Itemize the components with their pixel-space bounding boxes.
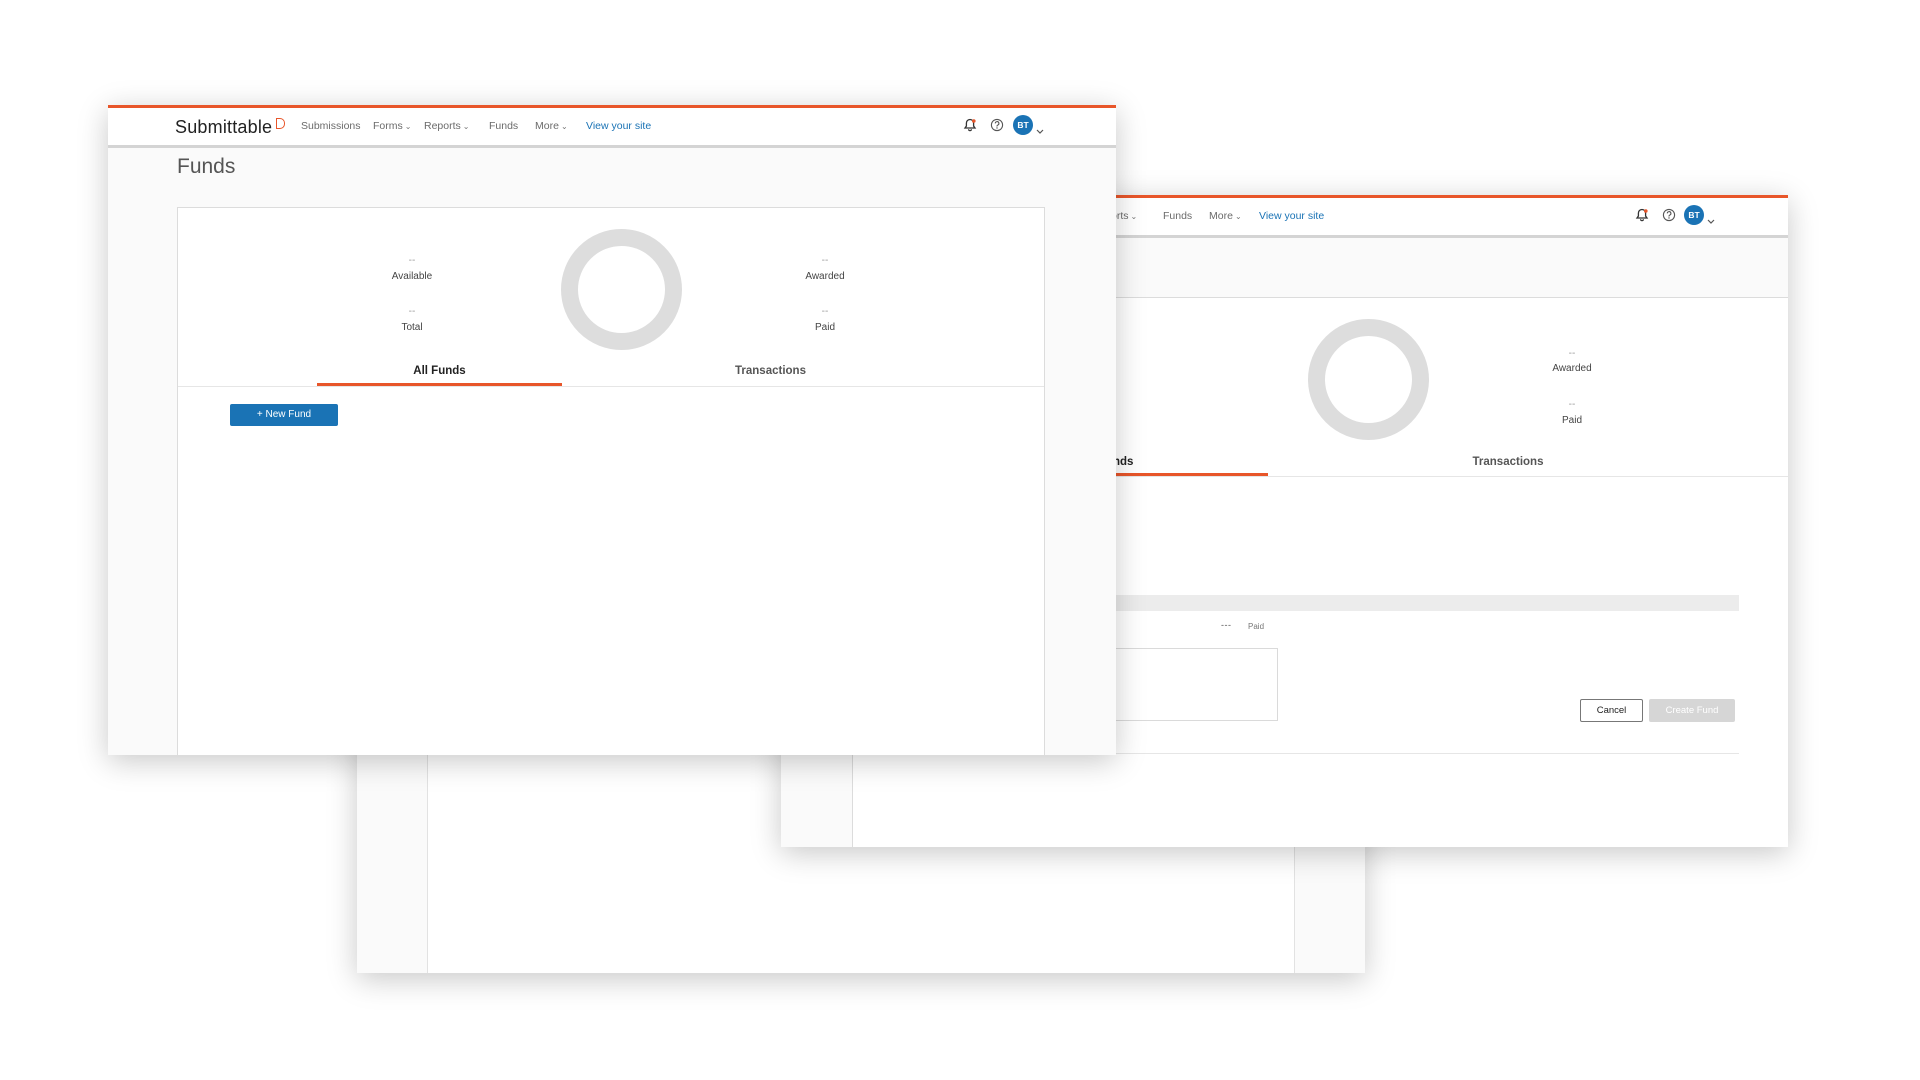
tab-transactions[interactable]: Transactions [648, 365, 893, 377]
chevron-down-icon: ⌄ [404, 122, 412, 131]
chevron-down-icon: ⌄ [462, 122, 470, 131]
paid-label: Paid [814, 322, 835, 333]
nav-funds[interactable]: Funds [489, 120, 518, 132]
nav-submissions[interactable]: Submissions [301, 120, 361, 132]
new-fund-button[interactable]: + New Fund [230, 404, 338, 426]
awarded-label: Awarded [1552, 363, 1592, 374]
create-fund-button[interactable]: Create Fund [1649, 699, 1735, 722]
funds-summary-card: -- Available -- Total -- Awarded -- Paid… [177, 207, 1045, 755]
view-your-site-link[interactable]: View your site [1259, 210, 1324, 222]
tab-all-funds[interactable]: All Funds [317, 365, 562, 377]
bell-icon[interactable] [963, 118, 977, 137]
chevron-down-icon[interactable] [1036, 122, 1044, 140]
awarded-value: -- [821, 255, 829, 266]
tabs-divider [178, 386, 1044, 387]
paid-label: Paid [1561, 415, 1582, 426]
chevron-down-icon: ⌄ [1130, 212, 1138, 221]
help-icon[interactable] [990, 118, 1004, 137]
cancel-button[interactable]: Cancel [1580, 699, 1643, 722]
tab-all-funds[interactable]: nds [1113, 456, 1343, 468]
nav-more-label: More [1209, 210, 1233, 222]
paid-value: -- [821, 306, 829, 317]
awarded-value: -- [1568, 348, 1576, 359]
top-navigation: Submittable Submissions Forms ⌄ Reports ⌄ … [108, 108, 1116, 148]
tab-transactions[interactable]: Transactions [1393, 456, 1623, 468]
nav-reports[interactable]: Reports ⌄ [424, 120, 469, 132]
nav-more-label: More [535, 120, 559, 132]
nav-reports-label: Reports [424, 120, 461, 132]
paid-value: -- [1568, 399, 1576, 410]
total-label: Total [401, 322, 423, 333]
bell-icon[interactable] [1635, 208, 1649, 227]
nav-forms-label: Forms [373, 120, 403, 132]
nav-forms[interactable]: Forms ⌄ [373, 120, 411, 132]
user-avatar[interactable]: BT [1013, 115, 1033, 135]
submittable-logo[interactable]: Submittable [175, 117, 286, 138]
help-icon[interactable] [1662, 208, 1676, 227]
chevron-down-icon[interactable] [1707, 212, 1715, 230]
front-window-funds: Submittable Submissions Forms ⌄ Reports ⌄ … [108, 105, 1116, 755]
view-your-site-link[interactable]: View your site [586, 120, 651, 132]
page-title: Funds [177, 155, 236, 178]
legend-paid-label: Paid [1248, 622, 1265, 631]
legend-paid-marker: - - - [1221, 620, 1231, 630]
nav-more[interactable]: More ⌄ [1209, 210, 1242, 222]
funds-donut-chart [1308, 319, 1429, 440]
chevron-down-icon: ⌄ [1234, 212, 1242, 221]
logo-mark-icon [276, 118, 286, 129]
awarded-label: Awarded [805, 271, 845, 282]
chevron-down-icon: ⌄ [560, 122, 568, 131]
available-label: Available [391, 271, 433, 282]
funds-donut-chart [561, 229, 682, 350]
nav-more[interactable]: More ⌄ [535, 120, 568, 132]
total-value: -- [408, 306, 416, 317]
logo-text: Submittable [175, 117, 273, 137]
user-avatar[interactable]: BT [1684, 205, 1704, 225]
nav-funds[interactable]: Funds [1163, 210, 1192, 222]
available-value: -- [408, 255, 416, 266]
